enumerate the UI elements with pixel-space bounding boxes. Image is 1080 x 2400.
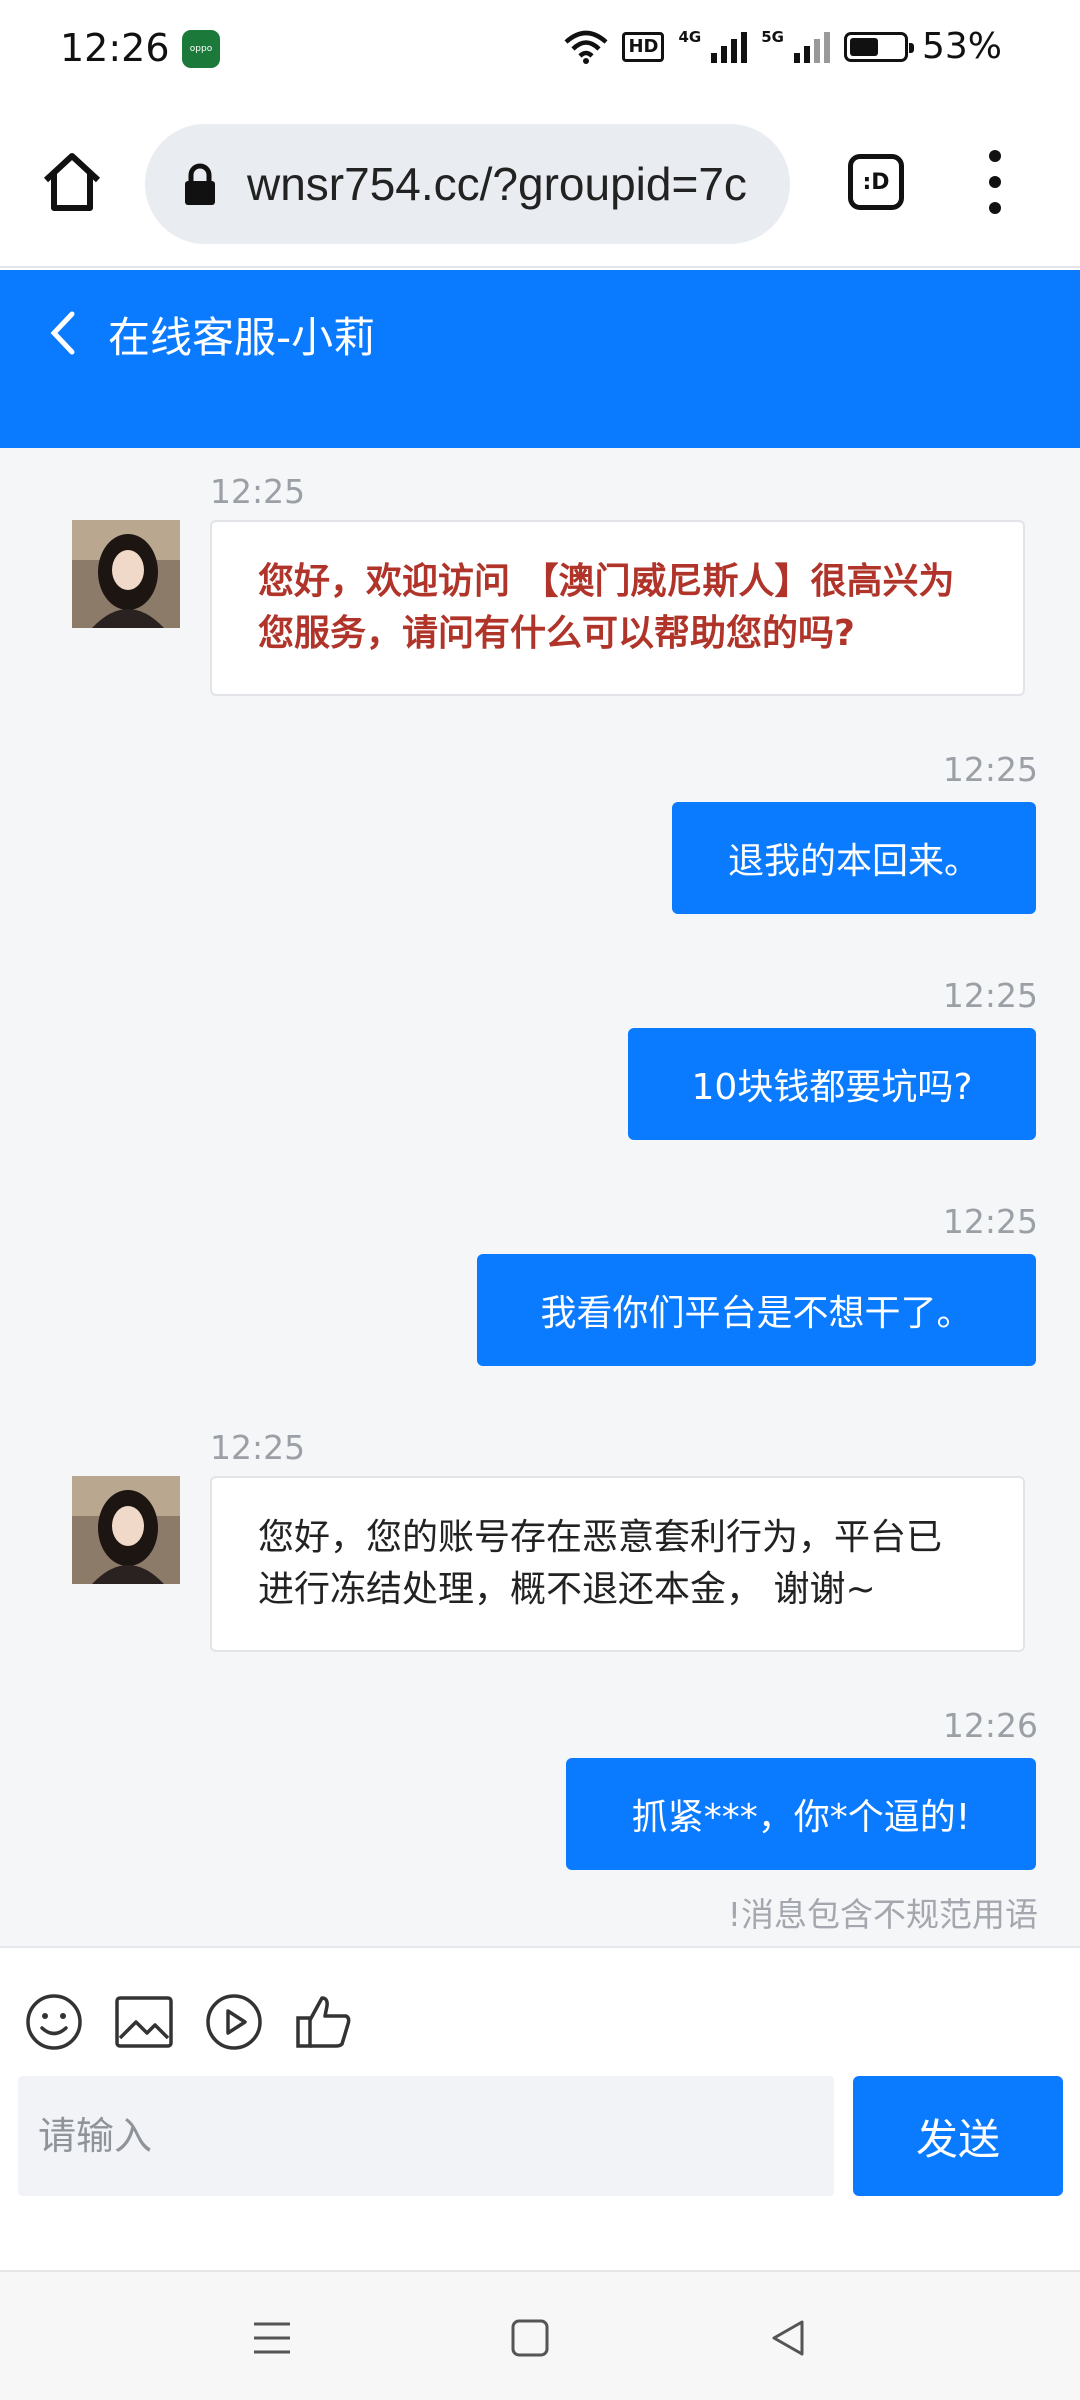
agent-avatar (72, 1476, 180, 1584)
battery-percent: 53% (921, 26, 1002, 67)
message-list[interactable]: 12:25 您好，欢迎访问 【澳门威尼斯人】很高兴为您服务，请问有什么可以帮助您… (0, 448, 1080, 1946)
chat-composer: 发送 (0, 1946, 1080, 2270)
chat-header: 在线客服-小莉 (0, 270, 1080, 448)
network-5g-label: 5G (761, 27, 784, 46)
signal-5g-icon (793, 31, 830, 63)
tabs-button[interactable]: :D (848, 154, 904, 210)
user-message-bubble: 抓紧***，你*个逼的! (566, 1758, 1036, 1870)
user-message-bubble: 我看你们平台是不想干了。 (477, 1254, 1036, 1366)
lock-icon (185, 163, 215, 205)
send-button[interactable]: 发送 (853, 2076, 1063, 2196)
message-time: 12:25 (210, 472, 306, 511)
thumbs-up-icon[interactable] (294, 1992, 354, 2052)
video-icon[interactable] (204, 1992, 264, 2052)
system-nav-bar (0, 2270, 1080, 2400)
message-time: 12:25 (942, 1202, 1038, 1241)
message-time: 12:25 (942, 976, 1038, 1015)
message-input[interactable] (18, 2076, 834, 2196)
menu-icon[interactable] (250, 2316, 294, 2360)
wifi-icon (564, 30, 608, 64)
back-arrow-icon[interactable] (44, 306, 80, 360)
image-icon[interactable] (114, 1992, 174, 2052)
home-square-icon[interactable] (508, 2316, 552, 2360)
url-text: wnsr754.cc/?groupid=7c (247, 158, 747, 210)
signal-4g-icon (711, 31, 748, 63)
user-message-bubble: 退我的本回来。 (672, 802, 1036, 914)
oppo-app-icon: oppo (182, 30, 220, 68)
agent-message-bubble: 您好，欢迎访问 【澳门威尼斯人】很高兴为您服务，请问有什么可以帮助您的吗? (210, 520, 1025, 696)
message-time: 12:26 (942, 1706, 1038, 1745)
overflow-menu-icon[interactable] (980, 150, 1010, 214)
message-warning-note: !消息包含不规范用语 (727, 1895, 1038, 1934)
back-triangle-icon[interactable] (766, 2316, 810, 2360)
hd-badge: HD (622, 31, 665, 62)
browser-toolbar: wnsr754.cc/?groupid=7c :D (0, 100, 1080, 268)
agent-message-bubble: 您好，您的账号存在恶意套利行为，平台已进行冻结处理，概不退还本金， 谢谢~ (210, 1476, 1025, 1652)
user-message-bubble: 10块钱都要坑吗? (628, 1028, 1036, 1140)
battery-fill (849, 37, 878, 56)
chat-title: 在线客服-小莉 (108, 313, 376, 362)
agent-avatar (72, 520, 180, 628)
emoji-icon[interactable] (24, 1992, 84, 2052)
status-time: 12:26 (60, 26, 170, 70)
message-time: 12:25 (942, 750, 1038, 789)
battery-icon (843, 31, 914, 62)
network-4g-label: 4G (678, 27, 702, 46)
home-icon[interactable] (40, 150, 104, 214)
status-indicators: HD 4G 5G 53% (564, 26, 1002, 67)
message-time: 12:25 (210, 1428, 306, 1467)
status-bar: 12:26 oppo HD 4G 5G 53% (0, 0, 1080, 100)
url-bar[interactable]: wnsr754.cc/?groupid=7c (145, 124, 790, 244)
